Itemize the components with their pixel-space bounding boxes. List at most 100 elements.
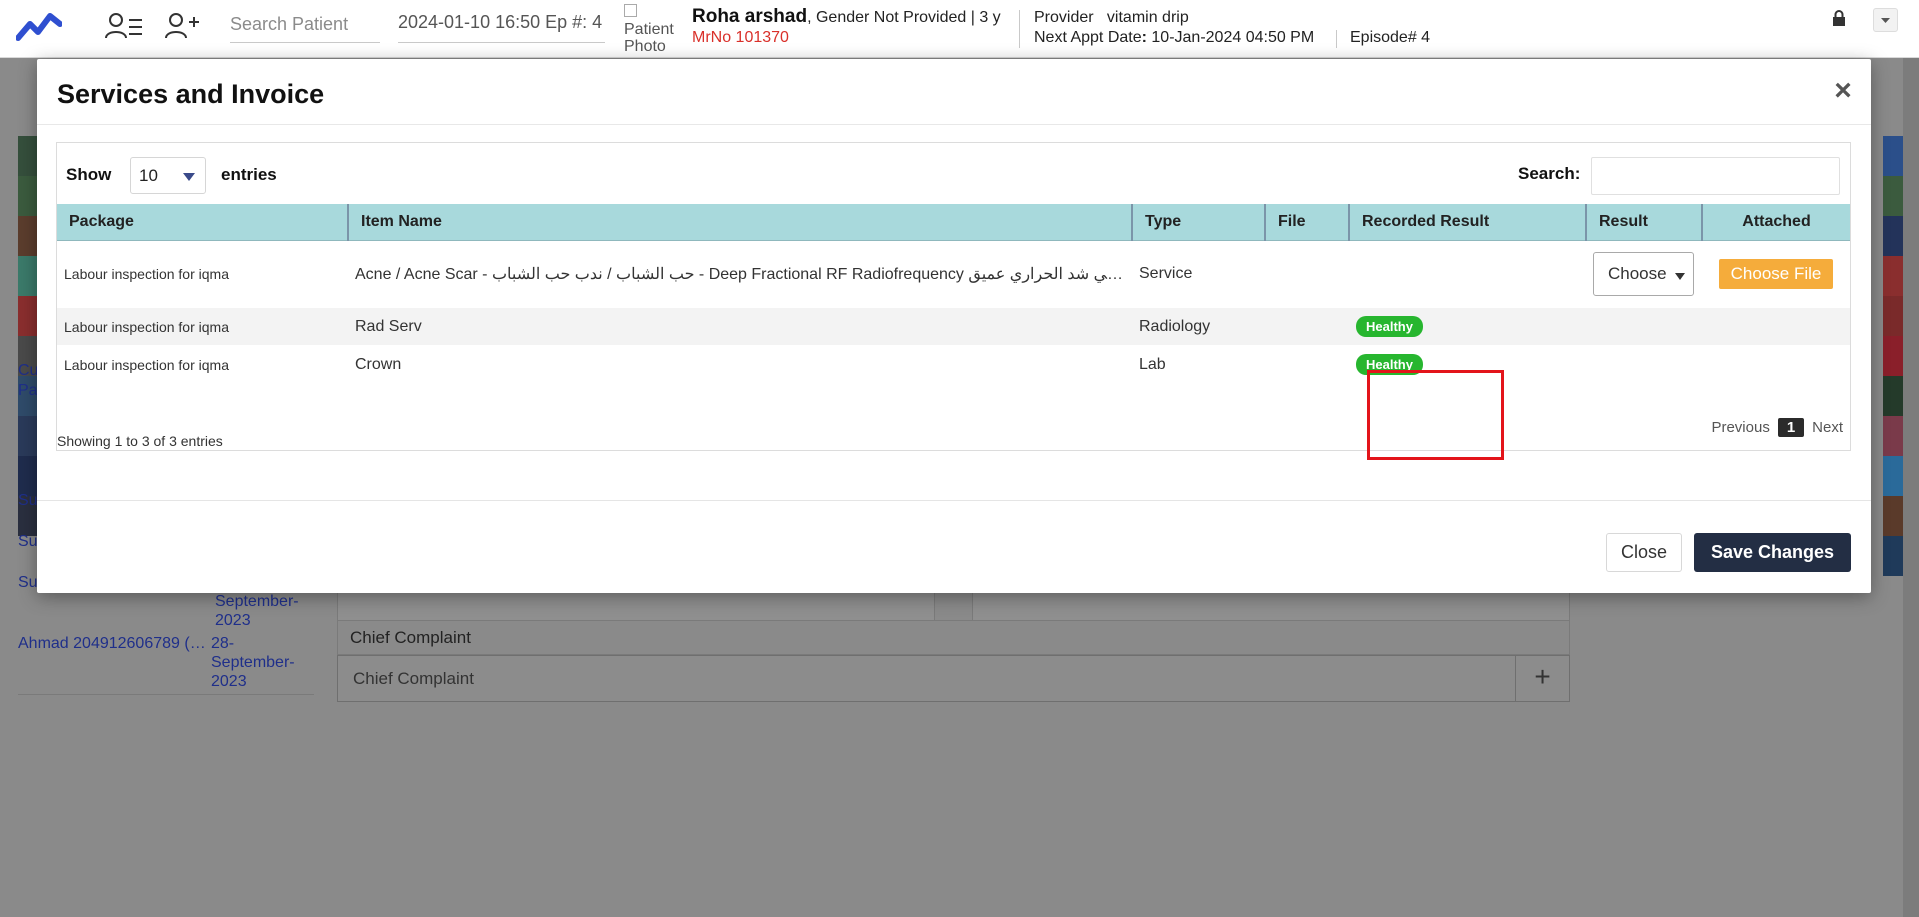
close-icon[interactable]: × — [1828, 76, 1858, 107]
result-cell: Choose — [1586, 240, 1702, 308]
next-appt-value: 10-Jan-2024 04:50 PM — [1151, 29, 1315, 46]
divider — [37, 500, 1871, 501]
item-cell: Crown — [348, 345, 1132, 384]
provider-label: Provider — [1034, 9, 1094, 26]
caret-down-icon — [183, 173, 195, 181]
add-user-icon[interactable] — [162, 10, 202, 42]
attached-cell: Choose File — [1702, 240, 1850, 308]
provider-value: vitamin drip — [1106, 9, 1189, 26]
background-date: 2023 — [215, 612, 251, 629]
page-size-select[interactable]: 10 — [130, 157, 206, 194]
column-header[interactable]: Package — [57, 204, 349, 241]
package-cell: Labour inspection for iqma — [57, 240, 348, 308]
recorded-result-cell — [1349, 240, 1586, 308]
status-badge: Healthy — [1356, 316, 1423, 337]
next-appt-label: Next Appt Date — [1034, 29, 1142, 46]
show-label: Show — [66, 165, 112, 184]
divider — [18, 694, 314, 695]
services-invoice-modal: Services and Invoice × Show 10 entries S… — [37, 59, 1871, 593]
add-complaint-button[interactable]: + — [1515, 656, 1569, 701]
services-table: Package Item Name Type File Recorded Res… — [57, 204, 1850, 384]
highlight-annotation-box — [1367, 370, 1504, 460]
package-cell: Labour inspection for iqma — [57, 345, 348, 384]
patient-photo: Patient Photo — [624, 4, 680, 58]
package-cell: Labour inspection for iqma — [57, 308, 348, 345]
search-label: Search: — [1518, 164, 1581, 183]
background-avatar-strip — [18, 136, 38, 546]
column-header[interactable]: Type — [1132, 204, 1266, 241]
patient-photo-alt: Patient Photo — [624, 21, 674, 55]
chief-complaint-placeholder: Chief Complaint — [353, 669, 474, 688]
type-cell: Lab — [1132, 345, 1265, 384]
background-date: 28- — [211, 635, 235, 652]
mrno: MrNo 101370 — [692, 29, 789, 46]
user-list-icon[interactable] — [104, 10, 144, 42]
result-select-value: Choose — [1608, 264, 1667, 284]
column-header[interactable]: Result — [1586, 204, 1703, 241]
background-date: September- — [215, 593, 299, 610]
result-cell — [1586, 345, 1702, 384]
type-cell: Service — [1132, 240, 1265, 308]
chief-complaint-header: Chief Complaint — [337, 620, 1570, 655]
background-link[interactable]: Su — [18, 492, 38, 510]
next-appointment: Next Appt Date: 10-Jan-2024 04:50 PM — [1034, 29, 1314, 47]
provider: Provider vitamin drip — [1034, 9, 1189, 27]
file-cell — [1265, 345, 1349, 384]
background-link[interactable]: Ahmad 204912606789 (… — [18, 635, 206, 653]
close-button[interactable]: Close — [1606, 533, 1682, 572]
result-select[interactable]: Choose — [1593, 252, 1694, 297]
choose-file-button[interactable]: Choose File — [1718, 259, 1834, 290]
header-divider — [1336, 30, 1337, 48]
pagination-previous[interactable]: Previous — [1711, 419, 1769, 436]
patient-meta: , Gender Not Provided | 3 y — [807, 9, 1001, 26]
episode-number: Episode# 4 — [1350, 29, 1431, 46]
caret-down-icon — [1675, 273, 1685, 281]
table-row: Labour inspection for iqma Rad Serv Radi… — [57, 308, 1850, 345]
save-changes-button[interactable]: Save Changes — [1694, 533, 1851, 572]
showing-entries: Showing 1 to 3 of 3 entries — [57, 433, 223, 449]
result-cell — [1586, 308, 1702, 345]
pagination-next[interactable]: Next — [1812, 419, 1843, 436]
header-divider — [1019, 10, 1020, 48]
search-patient-input[interactable] — [230, 6, 380, 42]
pagination-page[interactable]: 1 — [1777, 418, 1805, 437]
file-cell — [1265, 308, 1349, 345]
column-header[interactable]: Item Name — [348, 204, 1133, 241]
type-cell: Radiology — [1132, 308, 1265, 345]
column-header[interactable]: Attached — [1702, 204, 1850, 241]
table-header-row: Package Item Name Type File Recorded Res… — [57, 204, 1850, 241]
divider — [37, 124, 1871, 125]
page-scrollbar[interactable] — [1903, 58, 1919, 917]
lock-icon[interactable] — [1832, 10, 1846, 26]
patient-header: Roha arshad, Gender Not Provided | 3 y — [692, 6, 1001, 28]
entries-label: entries — [221, 165, 277, 184]
column-header[interactable]: Recorded Result — [1349, 204, 1587, 241]
chief-complaint-input[interactable]: Chief Complaint + — [337, 655, 1570, 702]
attached-cell — [1702, 308, 1850, 345]
attached-cell — [1702, 345, 1850, 384]
menu-dropdown-button[interactable] — [1873, 8, 1898, 32]
column-header[interactable]: File — [1265, 204, 1350, 241]
background-link[interactable]: Cu — [18, 362, 38, 380]
table-search-input[interactable] — [1591, 157, 1840, 195]
search-patient[interactable] — [230, 6, 380, 43]
background-date: 2023 — [211, 673, 247, 690]
datetime-episode: 2024-01-10 16:50 Ep #: 4 — [398, 6, 605, 43]
patient-name[interactable]: Roha arshad — [692, 6, 807, 27]
chevron-down-icon — [1881, 18, 1890, 23]
top-bar: 2024-01-10 16:50 Ep #: 4 Patient Photo R… — [0, 0, 1919, 58]
item-name: Acne / Acne Scar - حب الشباب / ندب حب ال… — [355, 266, 1125, 284]
background-date: September- — [211, 654, 295, 671]
next-appt-sep: : — [1141, 29, 1152, 46]
background-link[interactable]: Su — [18, 574, 38, 592]
background-link[interactable]: Su — [18, 533, 38, 551]
item-cell: Acne / Acne Scar - حب الشباب / ندب حب ال… — [348, 240, 1132, 308]
modal-title: Services and Invoice — [57, 79, 325, 109]
chart-logo-icon[interactable] — [16, 8, 62, 42]
page-size-value: 10 — [139, 166, 158, 185]
file-cell — [1265, 240, 1349, 308]
services-table-wrapper: Show 10 entries Search: Package Item Nam… — [56, 142, 1851, 451]
item-cell: Rad Serv — [348, 308, 1132, 345]
recorded-result-cell: Healthy — [1349, 308, 1586, 345]
background-link[interactable]: Pa — [18, 382, 38, 400]
